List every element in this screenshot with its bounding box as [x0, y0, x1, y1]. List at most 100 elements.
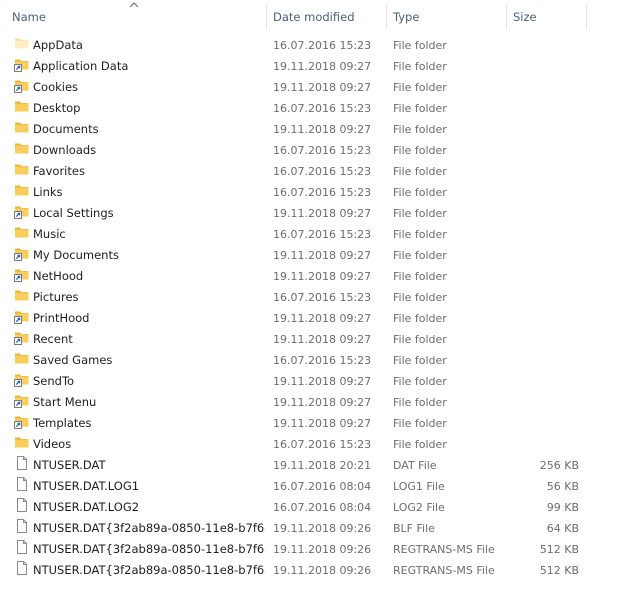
file-list-row[interactable]: Favorites 16.07.2016 15:23 File folder [0, 161, 628, 182]
file-name: NetHood [33, 269, 84, 283]
file-list-row[interactable]: Links 16.07.2016 15:23 File folder [0, 182, 628, 203]
file-size [513, 413, 579, 434]
file-size [513, 98, 579, 119]
folder-shortcut-icon [14, 308, 30, 329]
file-list-row[interactable]: PrintHood 19.11.2018 09:27 File folder [0, 308, 628, 329]
file-list-row[interactable]: AppData 16.07.2016 15:23 File folder [0, 35, 628, 56]
file-date-modified: 16.07.2016 15:23 [273, 165, 372, 178]
file-type: File folder [393, 270, 447, 283]
file-list-row[interactable]: SendTo 19.11.2018 09:27 File folder [0, 371, 628, 392]
file-type: File folder [393, 354, 447, 367]
file-list-row[interactable]: Music 16.07.2016 15:23 File folder [0, 224, 628, 245]
file-size: 64 KB [546, 522, 579, 535]
file-name: PrintHood [33, 311, 90, 325]
file-list-row[interactable]: Desktop 16.07.2016 15:23 File folder [0, 98, 628, 119]
file-type: File folder [393, 228, 447, 241]
folder-icon [14, 98, 30, 119]
file-name: NTUSER.DAT [33, 458, 106, 472]
file-date-modified: 16.07.2016 15:23 [273, 228, 372, 241]
file-date-modified: 19.11.2018 09:27 [273, 81, 372, 94]
file-date-modified: 16.07.2016 08:04 [273, 501, 372, 514]
file-type: REGTRANS-MS File [393, 564, 495, 577]
file-size [513, 161, 579, 182]
column-divider[interactable] [266, 5, 267, 30]
file-name: SendTo [33, 374, 75, 388]
column-header-size[interactable]: Size [513, 8, 537, 26]
file-date-modified: 19.11.2018 09:27 [273, 60, 372, 73]
file-name: Application Data [33, 59, 129, 73]
file-type: File folder [393, 60, 447, 73]
folder-icon [14, 161, 30, 182]
file-icon [14, 497, 30, 518]
file-name: AppData [33, 38, 83, 52]
file-date-modified: 19.11.2018 09:27 [273, 312, 372, 325]
column-header-name[interactable]: Name [12, 8, 46, 26]
file-size [513, 35, 579, 56]
file-list-row[interactable]: NTUSER.DAT.LOG2 16.07.2016 08:04 LOG2 File… [0, 497, 628, 518]
file-size: 99 KB [546, 501, 579, 514]
file-list-row[interactable]: Cookies 19.11.2018 09:27 File folder [0, 77, 628, 98]
folder-icon [14, 182, 30, 203]
file-date-modified: 19.11.2018 09:26 [273, 564, 372, 577]
folder-shortcut-icon [14, 56, 30, 77]
file-list-row[interactable]: Start Menu 19.11.2018 09:27 File folder [0, 392, 628, 413]
folder-icon [14, 224, 30, 245]
file-list-row[interactable]: My Documents 19.11.2018 09:27 File folder [0, 245, 628, 266]
file-name: Recent [33, 332, 73, 346]
file-type: LOG1 File [393, 480, 445, 493]
file-type: File folder [393, 375, 447, 388]
file-type: File folder [393, 165, 447, 178]
file-list-row[interactable]: Pictures 16.07.2016 15:23 File folder [0, 287, 628, 308]
file-size [513, 245, 579, 266]
column-header-date-modified[interactable]: Date modified [273, 8, 355, 26]
file-list-row[interactable]: Downloads 16.07.2016 15:23 File folder [0, 140, 628, 161]
folder-shortcut-icon [14, 266, 30, 287]
file-size [513, 287, 579, 308]
sort-ascending-icon[interactable] [128, 0, 140, 10]
file-size: 512 KB [539, 564, 579, 577]
file-type: File folder [393, 417, 447, 430]
file-list-row[interactable]: Templates 19.11.2018 09:27 File folder [0, 413, 628, 434]
file-date-modified: 16.07.2016 15:23 [273, 39, 372, 52]
file-type: File folder [393, 438, 447, 451]
file-name: My Documents [33, 248, 119, 262]
file-list-row[interactable]: NetHood 19.11.2018 09:27 File folder [0, 266, 628, 287]
file-list-row[interactable]: Videos 16.07.2016 15:23 File folder [0, 434, 628, 455]
file-list-row[interactable]: NTUSER.DAT{3f2ab89a-0850-11e8-b7f6-d... 1… [0, 560, 628, 581]
file-name: Desktop [33, 101, 81, 115]
file-size [513, 224, 579, 245]
file-icon [14, 476, 30, 497]
column-divider[interactable] [586, 5, 587, 30]
file-size [513, 77, 579, 98]
file-type: File folder [393, 186, 447, 199]
file-name: NTUSER.DAT{3f2ab89a-0850-11e8-b7f6-d... [33, 563, 265, 577]
file-list-row[interactable]: Saved Games 16.07.2016 15:23 File folder [0, 350, 628, 371]
folder-shortcut-icon [14, 329, 30, 350]
file-list-row[interactable]: NTUSER.DAT 19.11.2018 20:21 DAT File 256 KB [0, 455, 628, 476]
file-list-row[interactable]: NTUSER.DAT.LOG1 16.07.2016 08:04 LOG1 File… [0, 476, 628, 497]
column-divider[interactable] [386, 5, 387, 30]
file-date-modified: 19.11.2018 20:21 [273, 459, 372, 472]
file-list-row[interactable]: Recent 19.11.2018 09:27 File folder [0, 329, 628, 350]
file-list-row[interactable]: Local Settings 19.11.2018 09:27 File folde… [0, 203, 628, 224]
file-name: NTUSER.DAT{3f2ab89a-0850-11e8-b7f6-d... [33, 521, 265, 535]
file-list-row[interactable]: NTUSER.DAT{3f2ab89a-0850-11e8-b7f6-d... 1… [0, 518, 628, 539]
file-list-row[interactable]: Application Data 19.11.2018 09:27 File fol… [0, 56, 628, 77]
file-size [513, 182, 579, 203]
file-name: Local Settings [33, 206, 114, 220]
file-type: File folder [393, 81, 447, 94]
folder-shortcut-icon [14, 392, 30, 413]
file-name: Cookies [33, 80, 79, 94]
column-divider[interactable] [506, 5, 507, 30]
column-header-type[interactable]: Type [393, 8, 419, 26]
file-size [513, 329, 579, 350]
file-list-row[interactable]: NTUSER.DAT{3f2ab89a-0850-11e8-b7f6-d... 1… [0, 539, 628, 560]
folder-icon [14, 287, 30, 308]
file-size [513, 392, 579, 413]
file-icon [14, 539, 30, 560]
file-date-modified: 16.07.2016 15:23 [273, 102, 372, 115]
file-list-row[interactable]: Documents 19.11.2018 09:27 File folder [0, 119, 628, 140]
file-name: Saved Games [33, 353, 113, 367]
file-date-modified: 19.11.2018 09:27 [273, 207, 372, 220]
file-type: File folder [393, 123, 447, 136]
